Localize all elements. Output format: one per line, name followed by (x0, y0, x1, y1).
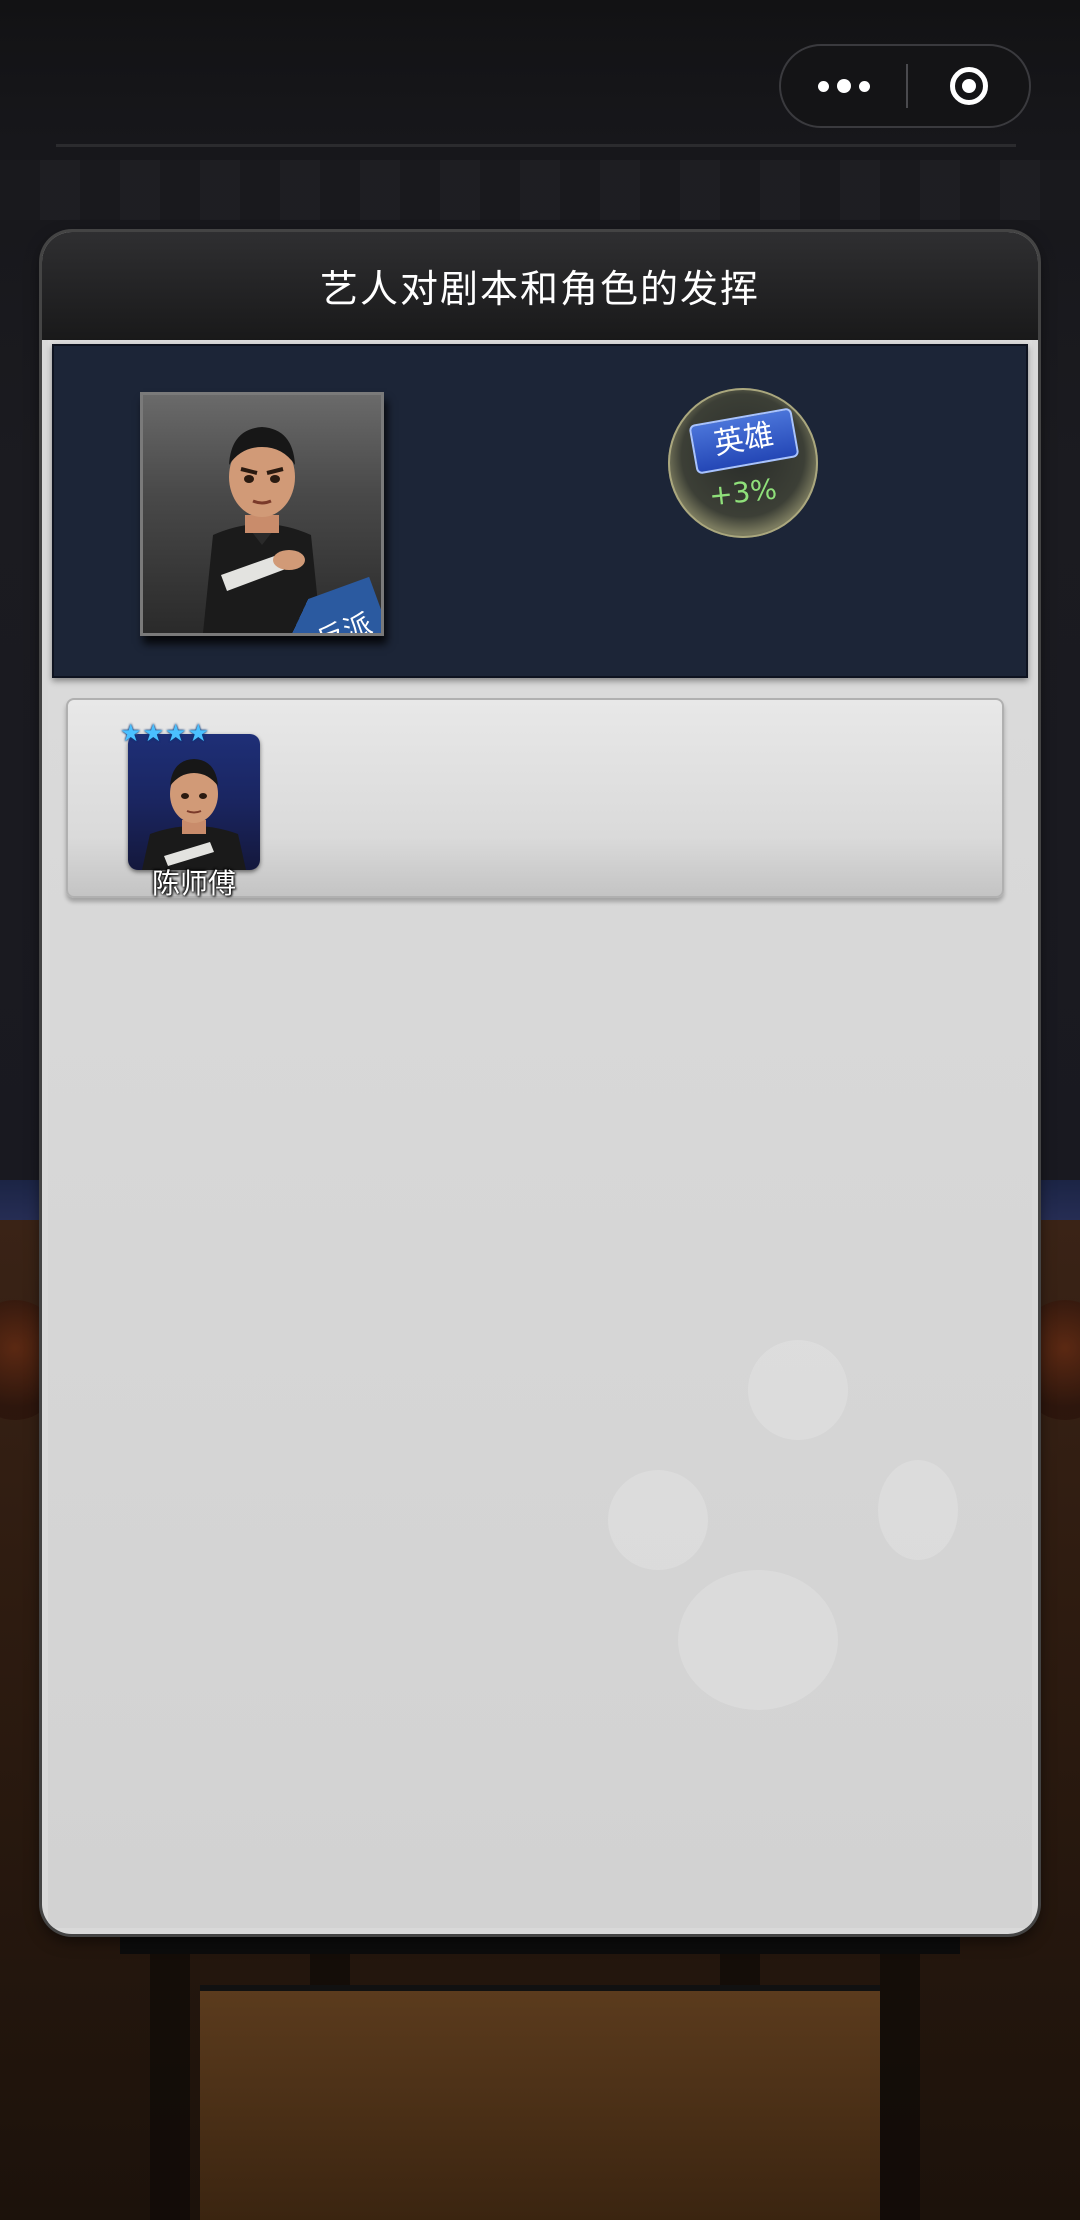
actor-list-row: ★ ★ ★ ★ 陈师傅 (66, 698, 1004, 900)
dialog-title: 艺人对剧本和角色的发挥 (319, 267, 760, 311)
paw-watermark (678, 1570, 838, 1710)
star-icon: ★ (142, 719, 165, 747)
role-card[interactable]: 反派 (140, 392, 384, 636)
target-circle-icon[interactable] (908, 46, 1029, 126)
paw-watermark (608, 1470, 708, 1570)
paw-watermark (878, 1460, 958, 1560)
star-icon: ★ (120, 719, 142, 747)
actor-item[interactable]: ★ ★ ★ ★ 陈师傅 (120, 720, 260, 900)
actor-avatar (128, 734, 260, 870)
star-icon: ★ (165, 719, 187, 747)
more-dots-icon[interactable] (781, 46, 906, 126)
actor-star-rating: ★ ★ ★ ★ (120, 720, 209, 746)
bonus-label: 英雄 (688, 407, 800, 475)
role-panel: 反派 英雄 +3% (52, 344, 1028, 678)
bonus-badge: 英雄 +3% (668, 388, 818, 538)
dialog-header: 艺人对剧本和角色的发挥 (42, 232, 1038, 340)
actor-name: 陈师傅 (151, 867, 236, 900)
performance-dialog: 艺人对剧本和角色的发挥 反派 英雄 +3% ★ ★ ★ ★ 陈师傅 (42, 232, 1038, 1934)
game-screen: 艺人对剧本和角色的发挥 反派 英雄 +3% ★ ★ ★ ★ 陈师傅 (0, 0, 1080, 2220)
star-icon: ★ (187, 719, 210, 747)
background-cabinet (200, 1985, 880, 2220)
background-shelf (0, 160, 1080, 220)
miniprogram-capsule (779, 44, 1031, 128)
nav-divider (56, 144, 1016, 147)
kungfu-master-portrait (142, 759, 246, 870)
bonus-value: +3% (707, 472, 779, 513)
paw-watermark (748, 1340, 848, 1440)
